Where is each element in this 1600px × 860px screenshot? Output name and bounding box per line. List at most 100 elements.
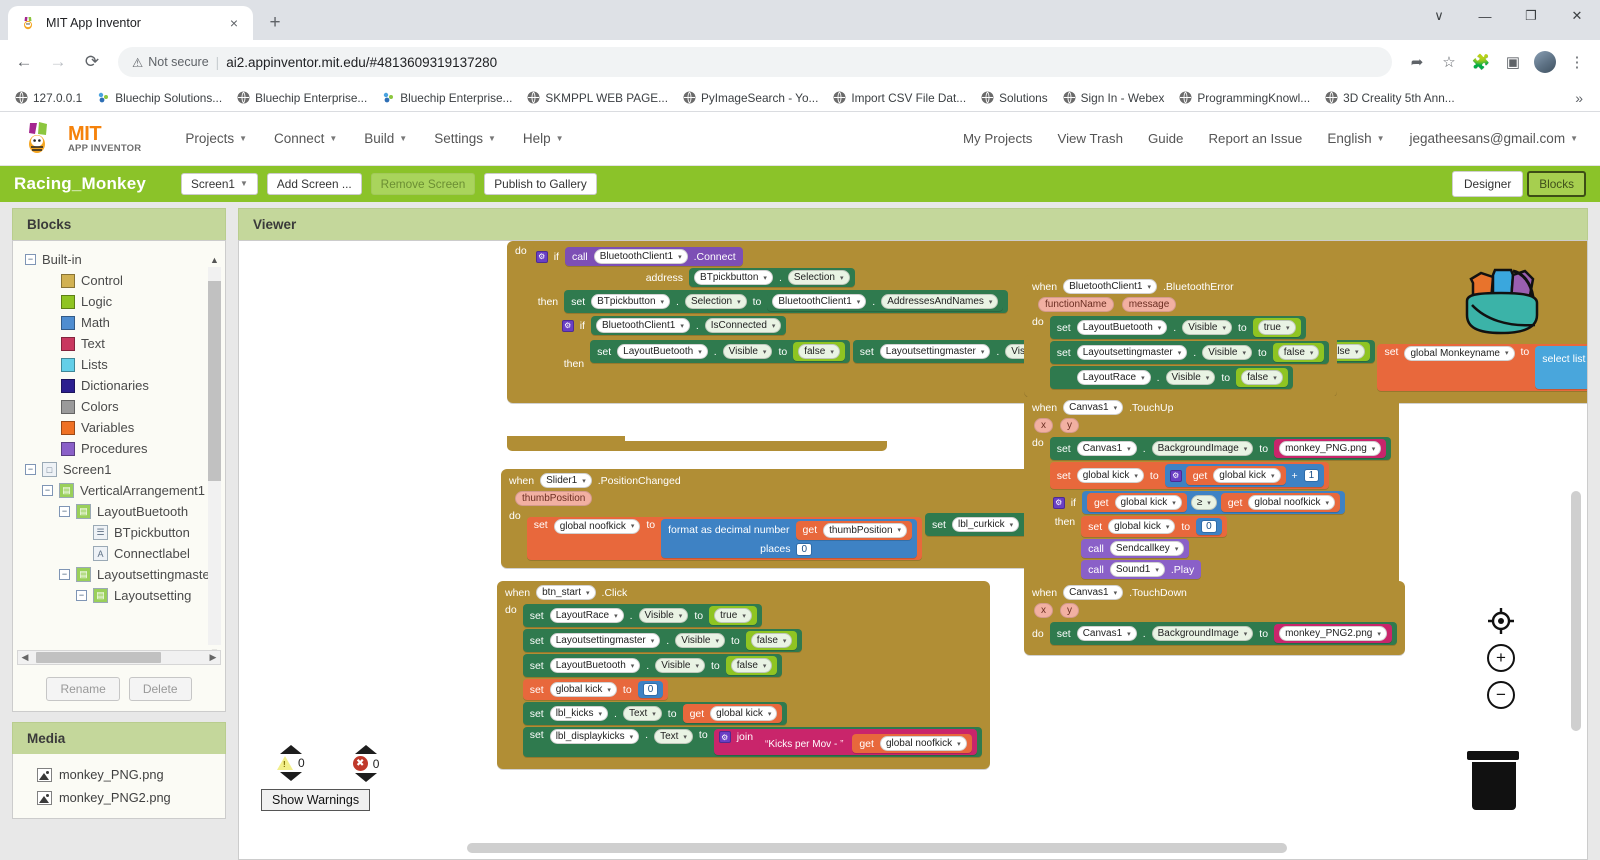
- tab-search-chevron-icon[interactable]: ∨: [1416, 0, 1462, 32]
- tree-node-builtin[interactable]: − Built-in: [13, 249, 225, 270]
- close-window-icon[interactable]: ✕: [1554, 0, 1600, 32]
- horizontal-scroll-thumb[interactable]: [36, 652, 161, 663]
- tree-horizontal-scrollbar[interactable]: ◀ ▶: [17, 650, 221, 665]
- component-dropdown[interactable]: BluetoothClient1: [772, 294, 867, 309]
- block-text-monkey-png2[interactable]: monkey_PNG2.png: [1274, 624, 1392, 643]
- error-prev-icon[interactable]: [355, 745, 378, 754]
- property-dropdown[interactable]: Visible: [1202, 345, 1252, 360]
- component-dropdown[interactable]: Layoutsettingmaster: [879, 344, 991, 359]
- collapse-toggle-icon[interactable]: −: [76, 590, 87, 601]
- property-dropdown[interactable]: Visible: [638, 608, 689, 623]
- tree-node-screen1[interactable]: − □ Screen1: [13, 459, 225, 480]
- variable-dropdown[interactable]: global noofkick: [1248, 495, 1336, 510]
- tree-node-btpickbutton[interactable]: ☰ BTpickbutton: [13, 522, 225, 543]
- block-set-lbl-kicks-text[interactable]: set lbl_kicks. Text to get global kick: [522, 702, 788, 725]
- block-text-monkey-png[interactable]: monkey_PNG.png: [1274, 439, 1387, 458]
- forward-icon[interactable]: →: [42, 46, 74, 78]
- property-dropdown[interactable]: Visible: [1182, 320, 1232, 335]
- boolean-dropdown[interactable]: true: [1257, 320, 1296, 335]
- blocks-toggle-button[interactable]: Blocks: [1527, 171, 1586, 197]
- block-set-layoutsettingmaster-visible-false-2[interactable]: set Layoutsettingmaster. Visible to fals…: [1049, 341, 1330, 364]
- link-view-trash[interactable]: View Trash: [1057, 131, 1123, 146]
- number-value[interactable]: 0: [642, 683, 659, 696]
- account-menu[interactable]: jegatheesans@gmail.com ▼: [1410, 131, 1578, 146]
- delete-button[interactable]: Delete: [128, 677, 192, 701]
- variable-dropdown[interactable]: global noofkick: [879, 736, 967, 751]
- collapse-toggle-icon[interactable]: −: [59, 506, 70, 517]
- variable-dropdown[interactable]: global noofkick: [553, 518, 641, 534]
- component-dropdown[interactable]: btn_start: [536, 585, 596, 600]
- block-text-literal[interactable]: “Kicks per Mov - ”: [759, 737, 850, 751]
- variable-dropdown[interactable]: global kick: [1213, 468, 1281, 483]
- boolean-dropdown[interactable]: false: [1277, 345, 1320, 360]
- mutator-gear-icon[interactable]: ⚙: [561, 319, 574, 332]
- bookmark-item[interactable]: SKMPPL WEB PAGE...: [521, 88, 674, 108]
- text-value[interactable]: monkey_PNG.png: [1279, 441, 1382, 456]
- sidebar-item-dictionaries[interactable]: Dictionaries: [13, 375, 225, 396]
- boolean-dropdown[interactable]: false: [1241, 370, 1283, 385]
- property-dropdown[interactable]: Text: [654, 729, 693, 744]
- publish-to-gallery-button[interactable]: Publish to Gallery: [484, 172, 597, 196]
- component-dropdown[interactable]: Layoutsettingmaster: [549, 633, 661, 648]
- menu-settings[interactable]: Settings ▼: [434, 131, 496, 146]
- block-set-canvas-backgroundimage[interactable]: set Canvas1. BackgroundImage to monkey_P…: [1049, 437, 1392, 460]
- chrome-menu-icon[interactable]: ⋮: [1562, 47, 1592, 77]
- block-logic-false[interactable]: false: [745, 631, 798, 650]
- bookmark-star-icon[interactable]: ☆: [1434, 47, 1464, 77]
- text-value[interactable]: monkey_PNG2.png: [1279, 626, 1387, 641]
- block-reset-global-kick[interactable]: set global kick to 0: [1081, 516, 1227, 537]
- block-call-connect[interactable]: call BluetoothClient1 .Connect: [564, 247, 743, 266]
- share-icon[interactable]: ➦: [1402, 47, 1432, 77]
- bookmark-item[interactable]: 3D Creality 5th Ann...: [1319, 88, 1460, 108]
- scroll-right-icon[interactable]: ▶: [206, 652, 220, 663]
- bookmark-item[interactable]: Bluechip Enterprise...: [376, 88, 518, 108]
- bookmark-item[interactable]: PyImageSearch - Yo...: [677, 88, 824, 108]
- property-dropdown[interactable]: AddressesAndNames: [881, 294, 999, 309]
- block-set-layoutrace-visible-false-2[interactable]: set LayoutRace. Visible to false: [1049, 366, 1293, 389]
- link-report-issue[interactable]: Report an Issue: [1208, 131, 1302, 146]
- variable-dropdown[interactable]: global Monkeyname: [1404, 345, 1515, 361]
- extensions-puzzle-icon[interactable]: 🧩: [1466, 47, 1496, 77]
- tree-node-verticalarrangement1[interactable]: − ▤ VerticalArrangement1: [13, 480, 225, 501]
- blocks-workspace[interactable]: do ⚙ if call BluetoothClient1 .Connect: [238, 240, 1588, 860]
- maximize-icon[interactable]: ❐: [1508, 0, 1554, 32]
- new-tab-button[interactable]: +: [261, 9, 289, 37]
- bookmark-item[interactable]: Sign In - Webex: [1057, 88, 1171, 108]
- property-dropdown[interactable]: Visible: [655, 658, 705, 673]
- show-warnings-button[interactable]: Show Warnings: [261, 789, 371, 811]
- sidebar-item-colors[interactable]: Colors: [13, 396, 225, 417]
- component-dropdown[interactable]: Canvas1: [1063, 585, 1124, 600]
- browser-tab[interactable]: MIT App Inventor ×: [8, 6, 253, 40]
- tree-vertical-scrollbar[interactable]: ▲ ▼: [208, 255, 221, 657]
- boolean-dropdown[interactable]: false: [730, 658, 773, 673]
- block-addition[interactable]: ⚙ get global kick + 1: [1164, 464, 1325, 487]
- property-dropdown[interactable]: Visible: [1165, 370, 1216, 385]
- block-call-sendcallkey[interactable]: call Sendcallkey: [1081, 539, 1190, 558]
- block-logic-false[interactable]: false: [1236, 368, 1288, 387]
- component-dropdown[interactable]: BTpickbutton: [591, 294, 671, 309]
- block-set-btpickbutton-selection[interactable]: set BTpickbutton . Selection to Bluetoot…: [564, 290, 1009, 313]
- property-dropdown[interactable]: IsConnected: [704, 318, 782, 333]
- component-dropdown[interactable]: BluetoothClient1: [593, 249, 688, 264]
- sidebar-item-lists[interactable]: Lists: [13, 354, 225, 375]
- variable-dropdown[interactable]: global kick: [1114, 495, 1182, 510]
- block-logic-true[interactable]: true: [1252, 318, 1301, 337]
- block-get-global-kick-2[interactable]: get global kick: [1185, 466, 1286, 485]
- media-item[interactable]: monkey_PNG2.png: [13, 786, 225, 809]
- mutator-gear-icon[interactable]: ⚙: [1052, 496, 1065, 509]
- workspace-horizontal-scrollbar[interactable]: [467, 843, 1287, 853]
- menu-build[interactable]: Build ▼: [364, 131, 407, 146]
- scroll-up-icon[interactable]: ▲: [208, 255, 221, 265]
- tree-node-connectlabel[interactable]: A Connectlabel: [13, 543, 225, 564]
- bookmark-item[interactable]: Solutions: [975, 88, 1054, 108]
- sidebar-item-text[interactable]: Text: [13, 333, 225, 354]
- block-select-list-item[interactable]: select list item list split at spaces BT…: [1535, 345, 1587, 389]
- variable-dropdown[interactable]: global kick: [549, 682, 617, 697]
- variable-dropdown[interactable]: global kick: [710, 706, 778, 721]
- component-dropdown[interactable]: Canvas1: [1076, 441, 1137, 456]
- component-dropdown[interactable]: Layoutsettingmaster: [1076, 345, 1188, 360]
- warning-next-icon[interactable]: [279, 772, 302, 781]
- component-dropdown[interactable]: Slider1: [540, 473, 592, 488]
- sidebar-item-control[interactable]: Control: [13, 270, 225, 291]
- component-dropdown[interactable]: LayoutBuetooth: [1076, 320, 1168, 335]
